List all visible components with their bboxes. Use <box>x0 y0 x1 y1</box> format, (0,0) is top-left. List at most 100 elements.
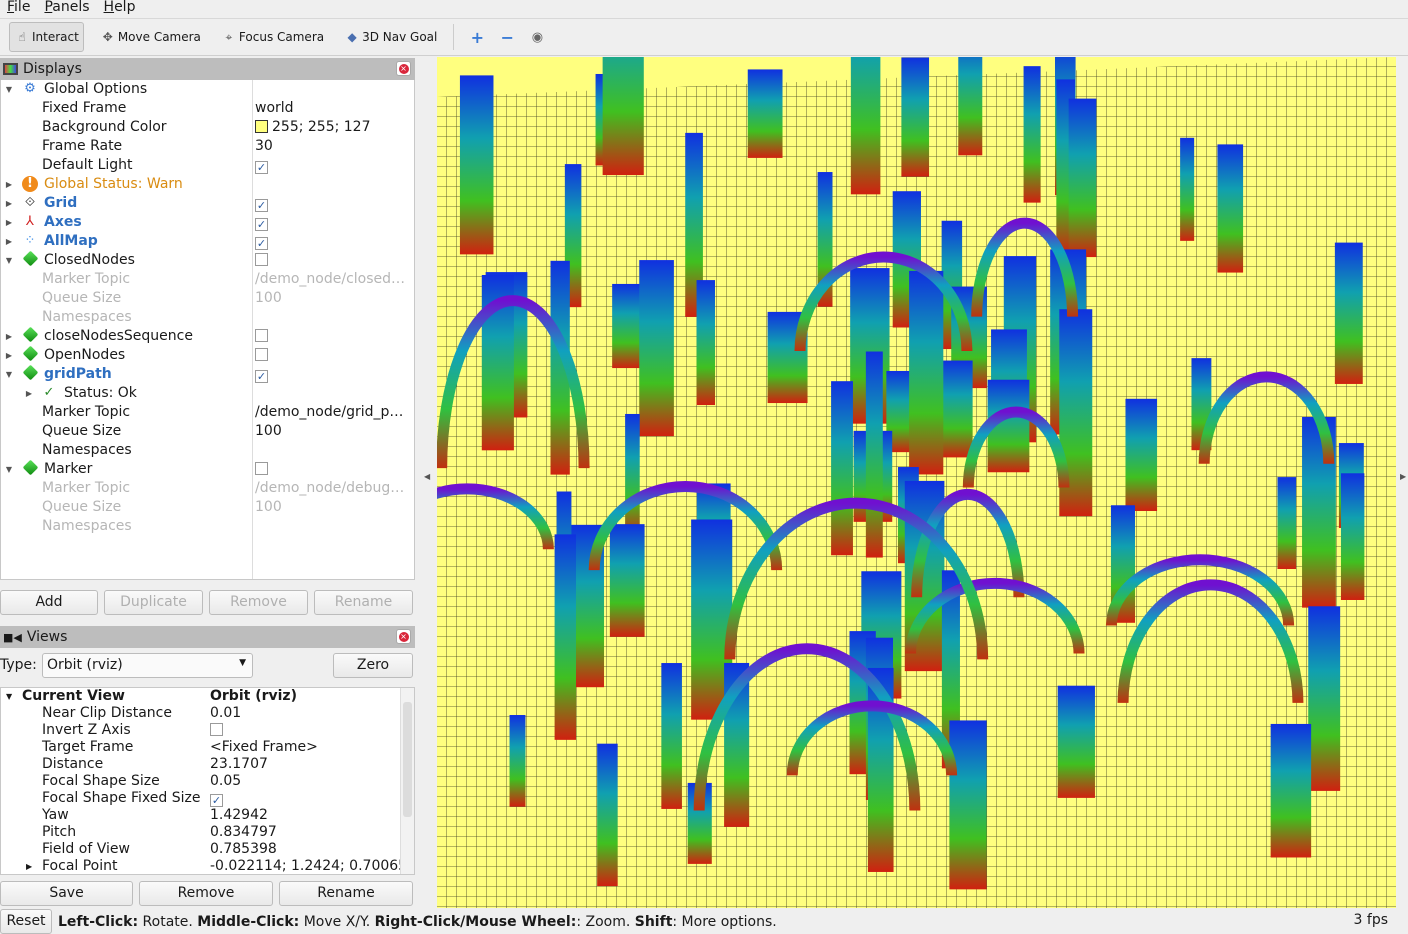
display-row[interactable]: ▶ ⟐ Grid ✓ <box>1 194 414 213</box>
view-property-row[interactable]: Target Frame <Fixed Frame> <box>1 739 401 756</box>
color-swatch[interactable] <box>255 120 268 133</box>
display-row-value[interactable]: ✓ <box>255 194 410 213</box>
zero-button[interactable]: Zero <box>333 653 413 678</box>
view-property-row[interactable]: Invert Z Axis <box>1 722 401 739</box>
add-button[interactable]: Add <box>0 590 98 615</box>
remove-view-button[interactable]: Remove <box>139 881 273 906</box>
checkbox[interactable] <box>210 723 223 736</box>
checkbox[interactable] <box>255 253 268 266</box>
display-row[interactable]: ▶ ⅄ Axes ✓ <box>1 213 414 232</box>
view-property-value[interactable]: ✓ <box>210 790 223 807</box>
view-property-value[interactable] <box>210 722 223 739</box>
expand-arrow-icon[interactable]: ▶ <box>4 194 14 213</box>
expand-arrow-icon[interactable]: ▶ <box>24 384 34 403</box>
display-row[interactable]: Queue Size 100 <box>1 289 414 308</box>
display-row-value[interactable]: ✓ <box>255 213 410 232</box>
move-camera-tool[interactable]: ✥ Move Camera <box>96 22 205 52</box>
display-row-value[interactable] <box>255 327 410 346</box>
expand-arrow-icon[interactable]: ▶ <box>4 175 14 194</box>
menu-panels[interactable]: Panels <box>44 0 89 17</box>
display-row[interactable]: ▼ ⚙ Global Options <box>1 80 414 99</box>
display-row-value[interactable]: ✓ <box>255 156 410 175</box>
display-row[interactable]: Marker Topic/demo_node/grid_p… <box>1 403 414 422</box>
display-row-value[interactable] <box>255 346 410 365</box>
display-row[interactable]: Queue Size 100 <box>1 422 414 441</box>
display-row[interactable]: Default Light ✓ <box>1 156 414 175</box>
checkbox[interactable]: ✓ <box>255 237 268 250</box>
checkbox[interactable] <box>255 348 268 361</box>
view-property-row[interactable]: Pitch 0.834797 <box>1 824 401 841</box>
display-row[interactable]: ▼ ClosedNodes <box>1 250 414 270</box>
expand-arrow-icon[interactable]: ▶ <box>4 327 14 346</box>
display-row-label: Namespaces <box>42 442 132 458</box>
display-row[interactable]: ▶ ⁘ AllMap ✓ <box>1 232 414 251</box>
rename-view-button[interactable]: Rename <box>279 881 413 906</box>
collapse-arrow-icon[interactable]: ▼ <box>4 365 14 384</box>
display-row-value[interactable]: ✓ <box>255 232 410 251</box>
save-view-button[interactable]: Save <box>0 881 133 906</box>
view-property-row[interactable]: ▶ Focal Point -0.022114; 1.2424; 0.70065 <box>1 858 407 875</box>
close-displays-button[interactable]: × <box>396 61 411 76</box>
collapse-right-handle[interactable]: ▶ <box>1400 472 1406 481</box>
view-property-row[interactable]: Focal Shape Size 0.05 <box>1 773 401 790</box>
display-row-value[interactable] <box>255 251 410 270</box>
view-property-row[interactable]: Near Clip Distance 0.01 <box>1 705 401 722</box>
expand-arrow-icon[interactable]: ▶ <box>4 346 14 365</box>
checkbox[interactable] <box>255 462 268 475</box>
view-property-row[interactable]: Focal Shape Fixed Size ✓ <box>1 790 401 807</box>
expand-arrow-icon[interactable]: ▶ <box>26 858 32 875</box>
display-row[interactable]: Fixed Frame world <box>1 99 414 118</box>
display-row[interactable]: Namespaces <box>1 441 414 460</box>
checkbox[interactable] <box>255 329 268 342</box>
collapse-arrow-icon[interactable]: ▼ <box>4 251 14 270</box>
display-row[interactable]: ▶ ✓ Status: Ok <box>1 384 414 403</box>
view-property-row[interactable]: Field of View 0.785398 <box>1 841 401 858</box>
nav-goal-tool[interactable]: ◆ 3D Nav Goal <box>340 22 441 52</box>
rename-display-button[interactable]: Rename <box>314 590 413 615</box>
menu-help[interactable]: Help <box>104 0 136 17</box>
views-scrollbar[interactable] <box>400 688 414 874</box>
display-row[interactable]: Background Color 255; 255; 127 <box>1 118 414 137</box>
remove-display-button[interactable]: Remove <box>209 590 308 615</box>
checkbox[interactable]: ✓ <box>255 199 268 212</box>
display-row[interactable]: Namespaces <box>1 517 414 536</box>
plus-icon[interactable]: + <box>462 28 492 47</box>
views-tree[interactable]: ▼ Current View Orbit (rviz) Near Clip Di… <box>0 687 415 875</box>
eye-icon[interactable]: ◉ <box>522 30 552 45</box>
checkbox[interactable]: ✓ <box>255 161 268 174</box>
displays-tree[interactable]: ▼ ⚙ Global Options Fixed Frame world Backgrou… <box>0 80 415 580</box>
checkbox[interactable]: ✓ <box>210 794 223 807</box>
expand-arrow-icon[interactable]: ▶ <box>4 213 14 232</box>
display-row[interactable]: Frame Rate 30 <box>1 137 414 156</box>
display-row-value[interactable]: ✓ <box>255 365 410 384</box>
display-row[interactable]: ▼ gridPath ✓ <box>1 364 414 384</box>
duplicate-button[interactable]: Duplicate <box>104 590 203 615</box>
display-row[interactable]: Marker Topic/demo_node/debug… <box>1 479 414 498</box>
display-row[interactable]: ▼ Marker <box>1 459 414 479</box>
reset-button[interactable]: Reset <box>0 909 52 934</box>
checkbox[interactable]: ✓ <box>255 370 268 383</box>
close-views-button[interactable]: × <box>396 629 411 644</box>
display-row[interactable]: Marker Topic/demo_node/closed… <box>1 270 414 289</box>
collapse-arrow-icon[interactable]: ▼ <box>4 460 14 479</box>
display-row[interactable]: ▶ closeNodesSequence <box>1 326 414 346</box>
focus-camera-tool[interactable]: ⌖ Focus Camera <box>217 22 328 52</box>
current-view-row[interactable]: ▼ Current View Orbit (rviz) <box>1 688 401 705</box>
collapse-arrow-icon[interactable]: ▼ <box>4 80 14 99</box>
checkbox[interactable]: ✓ <box>255 218 268 231</box>
3d-render-viewport[interactable] <box>437 57 1396 908</box>
display-row[interactable]: ▶ OpenNodes <box>1 345 414 365</box>
display-row[interactable]: Namespaces <box>1 308 414 327</box>
minus-icon[interactable]: − <box>492 28 522 47</box>
scrollbar-thumb[interactable] <box>403 702 412 817</box>
display-row[interactable]: Queue Size 100 <box>1 498 414 517</box>
interact-tool[interactable]: ☝ Interact <box>9 22 84 52</box>
view-type-select[interactable]: Orbit (rviz) ▼ <box>42 653 253 678</box>
expand-arrow-icon[interactable]: ▶ <box>4 232 14 251</box>
display-row[interactable]: ▶! Global Status: Warn <box>1 175 414 194</box>
collapse-left-handle[interactable]: ◀ <box>424 472 430 481</box>
view-property-row[interactable]: Yaw 1.42942 <box>1 807 401 824</box>
display-row-value[interactable] <box>255 460 410 479</box>
view-property-row[interactable]: Distance 23.1707 <box>1 756 401 773</box>
menu-file[interactable]: File <box>7 0 30 17</box>
